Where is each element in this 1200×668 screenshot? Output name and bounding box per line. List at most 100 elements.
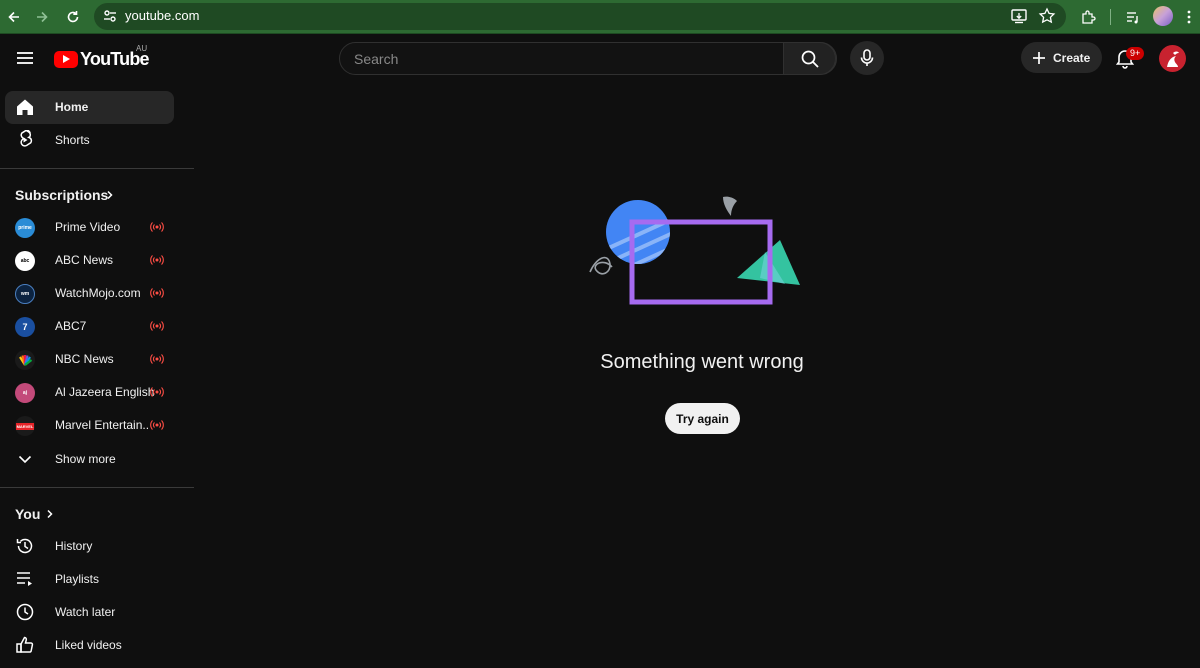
account-avatar[interactable]: [1159, 45, 1186, 72]
media-controls-button[interactable]: [1121, 5, 1145, 29]
microphone-icon: [860, 49, 874, 66]
subscription-item[interactable]: aj Al Jazeera English: [5, 376, 174, 409]
avatar-image: [1167, 51, 1179, 67]
live-indicator-icon: [150, 255, 164, 265]
channel-avatar: wm: [15, 284, 35, 304]
search-input[interactable]: Search: [354, 51, 398, 67]
forward-button[interactable]: [30, 5, 54, 29]
subscription-item[interactable]: prime Prime Video: [5, 211, 174, 244]
sidebar-item-history[interactable]: History: [5, 530, 174, 563]
subscription-item[interactable]: abc ABC News: [5, 244, 174, 277]
sidebar-item-label: Watch later: [55, 605, 116, 619]
chevron-right-icon: [47, 509, 53, 519]
history-icon: [15, 536, 35, 556]
channel-avatar: [15, 350, 35, 370]
playlists-icon: [15, 569, 35, 589]
sidebar-item-label: Home: [55, 100, 89, 114]
guide-sidebar: Home Shorts Subscriptions prime Prime Vi…: [0, 83, 194, 668]
guide-menu-button[interactable]: [12, 46, 38, 70]
channel-name: WatchMojo.com: [55, 286, 141, 300]
youtube-masthead: YouTube AU Search Create 9+: [0, 35, 1200, 81]
live-indicator-icon: [150, 222, 164, 232]
kebab-menu-icon: [1187, 10, 1191, 24]
browser-menu-button[interactable]: [1177, 5, 1200, 29]
youtube-play-icon: [54, 50, 78, 68]
subscription-item[interactable]: 7 ABC7: [5, 310, 174, 343]
back-arrow-icon: [8, 11, 19, 23]
show-more-button[interactable]: Show more: [5, 443, 174, 476]
channel-name: NBC News: [55, 352, 114, 366]
voice-search-button[interactable]: [850, 41, 884, 75]
address-bar[interactable]: youtube.com: [94, 3, 1066, 30]
sidebar-item-label: Liked videos: [55, 638, 122, 652]
search-button[interactable]: [783, 42, 836, 75]
bookmark-star-icon[interactable]: [1038, 7, 1056, 25]
browser-profile-avatar[interactable]: [1153, 6, 1173, 26]
notification-badge: 9+: [1126, 47, 1145, 60]
live-indicator-icon: [150, 288, 164, 298]
channel-avatar: aj: [15, 383, 35, 403]
extensions-button[interactable]: [1077, 5, 1101, 29]
sidebar-divider: [0, 168, 194, 169]
chevron-right-icon: [107, 190, 113, 200]
plus-icon: [1033, 51, 1045, 64]
try-again-button[interactable]: Try again: [665, 403, 740, 434]
live-indicator-icon: [150, 321, 164, 331]
sidebar-divider: [0, 487, 194, 488]
error-message: Something went wrong: [600, 351, 804, 373]
sidebar-item-label: History: [55, 539, 93, 553]
search-box[interactable]: Search: [339, 42, 837, 75]
channel-avatar: 7: [15, 317, 35, 337]
channel-name: Prime Video: [55, 220, 121, 234]
subscription-item[interactable]: MARVEL Marvel Entertain...: [5, 409, 174, 442]
channel-name: ABC7: [55, 319, 87, 333]
live-indicator-icon: [150, 387, 164, 397]
country-code: AU: [136, 44, 148, 53]
you-heading[interactable]: You: [15, 506, 40, 522]
toolbar-separator: [1110, 9, 1111, 25]
subscription-item[interactable]: NBC News: [5, 343, 174, 376]
error-illustration: [580, 190, 820, 320]
create-label: Create: [1053, 50, 1091, 65]
search-icon: [801, 50, 819, 68]
forward-arrow-icon: [37, 11, 48, 23]
channel-name: ABC News: [55, 253, 114, 267]
thumbs-up-icon: [15, 635, 35, 655]
grey-drop-shape: [723, 196, 737, 216]
chevron-down-icon: [15, 449, 35, 469]
subscriptions-heading[interactable]: Subscriptions: [15, 187, 108, 203]
sidebar-item-label: Playlists: [55, 572, 100, 586]
hamburger-menu-icon: [17, 52, 33, 64]
reload-icon: [67, 11, 79, 23]
subscription-item[interactable]: wm WatchMojo.com: [5, 277, 174, 310]
sidebar-item-liked-videos[interactable]: Liked videos: [5, 629, 174, 662]
sidebar-item-label: Shorts: [55, 133, 90, 147]
home-icon: [15, 97, 35, 117]
channel-avatar: MARVEL: [15, 416, 35, 436]
live-indicator-icon: [150, 420, 164, 430]
media-queue-icon: [1127, 12, 1138, 24]
sidebar-item-playlists[interactable]: Playlists: [5, 563, 174, 596]
browser-toolbar: youtube.com: [0, 0, 1200, 34]
install-app-icon[interactable]: [1010, 7, 1028, 25]
url-text[interactable]: youtube.com: [125, 8, 199, 23]
shorts-icon: [15, 130, 35, 150]
show-more-label: Show more: [55, 452, 116, 466]
channel-name: Al Jazeera English: [55, 385, 155, 399]
site-info-icon[interactable]: [102, 8, 118, 24]
channel-avatar: abc: [15, 251, 35, 271]
reload-button[interactable]: [61, 5, 85, 29]
channel-avatar: prime: [15, 218, 35, 238]
squiggle-shape: [589, 256, 613, 275]
sidebar-item-home[interactable]: Home: [5, 91, 174, 124]
youtube-logo[interactable]: YouTube AU: [54, 44, 150, 69]
nbc-peacock-icon: [19, 355, 33, 366]
back-button[interactable]: [2, 5, 26, 29]
live-indicator-icon: [150, 354, 164, 364]
channel-name: Marvel Entertain...: [55, 418, 149, 432]
puzzle-icon: [1082, 10, 1096, 24]
create-button[interactable]: Create: [1021, 42, 1102, 73]
watch-later-icon: [15, 602, 35, 622]
sidebar-item-shorts[interactable]: Shorts: [5, 124, 174, 157]
sidebar-item-watch-later[interactable]: Watch later: [5, 596, 174, 629]
